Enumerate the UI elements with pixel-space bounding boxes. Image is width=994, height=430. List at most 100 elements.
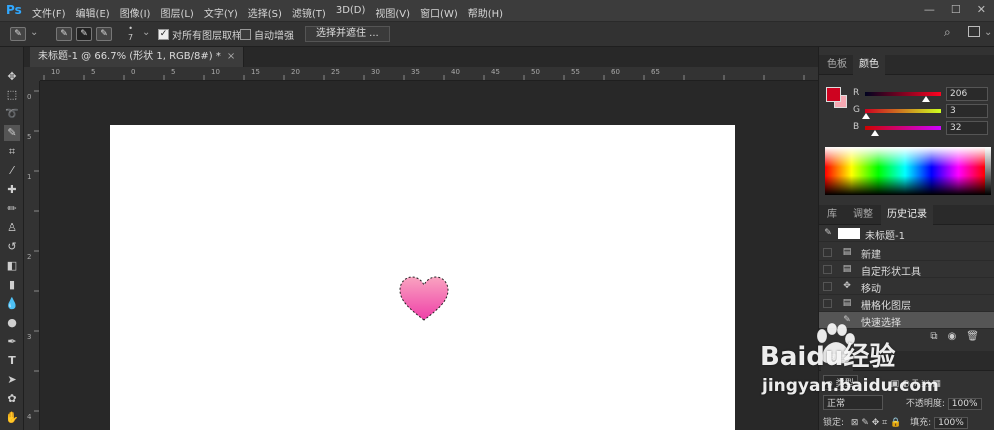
auto-enhance-option[interactable]: 自动增强 [240, 27, 294, 42]
history-item[interactable]: ▤ 栅格化图层 [819, 295, 994, 312]
brush-dropdown-icon[interactable]: ⌄ [142, 27, 150, 38]
menu-layer[interactable]: 图层(L) [160, 5, 193, 20]
menu-select[interactable]: 选择(S) [248, 5, 282, 20]
history-source-checkbox[interactable] [823, 248, 832, 257]
workspace-icon[interactable] [968, 26, 980, 37]
ruler-label: 5 [27, 133, 32, 141]
foreground-color-swatch[interactable] [826, 87, 841, 102]
new-selection-icon[interactable]: ✎ [56, 27, 72, 41]
preset-dropdown-icon[interactable]: ⌄ [30, 27, 38, 38]
vertical-ruler[interactable]: 0 5 1 2 3 4 [24, 81, 40, 430]
tab-color[interactable]: 颜色 [853, 55, 885, 75]
tab-layers[interactable]: 图层 [821, 351, 853, 371]
quick-selection-tool-icon[interactable]: ✎ [4, 125, 20, 141]
hand-tool-icon[interactable]: ✋ [4, 410, 20, 426]
trash-icon[interactable]: 🗑 [966, 331, 979, 347]
document-tab[interactable]: 未标题-1 @ 66.7% (形状 1, RGB/8#) * × [30, 47, 245, 67]
tab-history[interactable]: 历史记录 [881, 205, 933, 225]
history-item-active[interactable]: ✎ 快速选择 [819, 312, 994, 329]
blend-mode-select[interactable]: 正常 [823, 395, 883, 410]
workspace-dropdown-icon[interactable]: ⌄ [984, 27, 992, 38]
gradient-tool-icon[interactable]: ▮ [4, 277, 20, 293]
history-brush-tool-icon[interactable]: ↺ [4, 239, 20, 255]
blue-slider-row: B 32 [853, 121, 993, 136]
move-tool-icon[interactable]: ✥ [4, 69, 20, 85]
path-selection-tool-icon[interactable]: ➤ [4, 372, 20, 388]
red-value-field[interactable]: 206 [946, 87, 988, 101]
tab-swatches[interactable]: 色板 [821, 55, 853, 75]
horizontal-ruler[interactable]: 10 5 0 5 10 15 20 25 30 35 40 45 50 55 6… [40, 67, 818, 81]
lock-icons[interactable]: ⊠ ✎ ✥ ⌗ 🔒 [851, 418, 901, 428]
grayscale-ramp[interactable] [985, 147, 991, 195]
search-icon[interactable]: ⌕ [944, 25, 951, 40]
filter-icons[interactable]: ▣ ◐ T ⬚ ▦ [890, 379, 940, 389]
menu-filter[interactable]: 滤镜(T) [292, 5, 326, 20]
subtract-from-selection-icon[interactable]: ✎ [96, 27, 112, 41]
ruler-label: 5 [91, 68, 96, 76]
history-source-checkbox[interactable] [823, 316, 832, 325]
ruler-label: 1 [27, 173, 32, 181]
menu-file[interactable]: 文件(F) [32, 5, 66, 20]
select-and-mask-button[interactable]: 选择并遮住 ... [305, 26, 390, 42]
clone-stamp-tool-icon[interactable]: ♙ [4, 220, 20, 236]
history-snapshot[interactable]: ✎ 未标题-1 [819, 225, 994, 242]
blur-tool-icon[interactable]: 💧 [4, 296, 20, 312]
sample-all-layers-option[interactable]: ✓ 对所有图层取样 [158, 27, 242, 42]
green-slider-track[interactable] [865, 109, 941, 113]
auto-enhance-checkbox[interactable] [240, 29, 251, 40]
crop-tool-icon[interactable]: ⌗ [4, 144, 20, 160]
history-item-label: 快速选择 [861, 318, 901, 329]
custom-shape-tool-icon[interactable]: ✿ [4, 391, 20, 407]
minimize-icon[interactable]: — [924, 3, 935, 16]
healing-brush-tool-icon[interactable]: ✚ [4, 182, 20, 198]
history-item[interactable]: ▤ 自定形状工具 [819, 261, 994, 278]
history-item[interactable]: ✥ 移动 [819, 278, 994, 295]
green-slider-thumb[interactable] [861, 113, 870, 119]
menu-3d[interactable]: 3D(D) [336, 5, 366, 20]
lasso-tool-icon[interactable]: ➰ [4, 106, 20, 122]
canvas-area[interactable] [40, 81, 818, 430]
blue-slider-thumb[interactable] [870, 130, 879, 136]
red-slider-thumb[interactable] [922, 96, 931, 102]
close-tab-icon[interactable]: × [227, 51, 235, 62]
sample-all-layers-checkbox[interactable]: ✓ [158, 29, 169, 40]
new-document-from-state-icon[interactable]: ⧉ [930, 331, 937, 347]
layer-kind-filter[interactable]: ρ 类型 [823, 375, 858, 390]
document-canvas[interactable] [110, 125, 735, 430]
pen-tool-icon[interactable]: ✒ [4, 334, 20, 350]
tab-adjustments[interactable]: 调整 [847, 205, 879, 225]
blue-value-field[interactable]: 32 [946, 121, 988, 135]
tab-libraries[interactable]: 库 [821, 205, 843, 225]
opacity-field[interactable]: 100% [947, 398, 982, 410]
snapshot-thumbnail [838, 228, 860, 239]
ruler-label: 10 [211, 68, 220, 76]
quick-selection-preset-icon[interactable]: ✎ [10, 27, 26, 41]
history-source-checkbox[interactable] [823, 265, 832, 274]
eraser-tool-icon[interactable]: ◧ [4, 258, 20, 274]
marquee-tool-icon[interactable]: ⬚ [4, 87, 20, 103]
eyedropper-tool-icon[interactable]: ⁄ [4, 163, 20, 179]
green-value-field[interactable]: 3 [946, 104, 988, 118]
brush-tool-icon[interactable]: ✏ [4, 201, 20, 217]
close-icon[interactable]: ✕ [977, 3, 986, 16]
fill-field[interactable]: 100% [934, 417, 968, 429]
maximize-icon[interactable]: ☐ [951, 3, 961, 16]
dodge-tool-icon[interactable]: ● [4, 315, 20, 331]
camera-icon[interactable]: ◉ [948, 331, 957, 347]
brush-size-picker[interactable]: • 7 [128, 24, 133, 42]
menu-type[interactable]: 文字(Y) [204, 5, 238, 20]
type-tool-icon[interactable]: T [4, 353, 20, 369]
color-spectrum-white-overlay [825, 147, 985, 167]
history-source-checkbox[interactable] [823, 282, 832, 291]
ruler-corner[interactable] [24, 67, 40, 81]
history-source-checkbox[interactable] [823, 299, 832, 308]
menu-view[interactable]: 视图(V) [375, 5, 410, 20]
menu-edit[interactable]: 编辑(E) [76, 5, 110, 20]
add-to-selection-icon[interactable]: ✎ [76, 27, 92, 41]
history-item[interactable]: ▤ 新建 [819, 244, 994, 261]
menu-image[interactable]: 图像(I) [120, 5, 151, 20]
options-bar: ✎ ⌄ ✎ ✎ ✎ • 7 ⌄ ✓ 对所有图层取样 自动增强 选择并遮住 ... ⌕… [0, 22, 994, 47]
menu-window[interactable]: 窗口(W) [420, 5, 458, 20]
menu-help[interactable]: 帮助(H) [468, 5, 503, 20]
heart-shape[interactable] [398, 276, 450, 322]
